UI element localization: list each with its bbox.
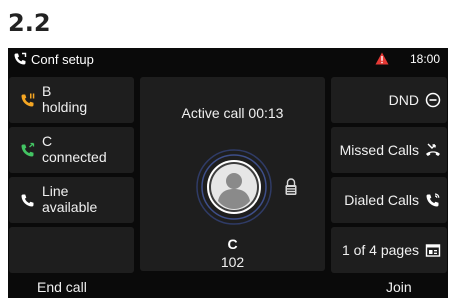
missed-calls-button[interactable]: Missed Calls <box>331 127 447 173</box>
dialed-calls-button[interactable]: Dialed Calls <box>331 177 447 223</box>
missed-calls-icon <box>425 142 441 158</box>
line-key-status: holding <box>42 99 88 115</box>
phone-hold-icon <box>20 92 36 108</box>
line-key-c[interactable]: C connected <box>9 127 134 173</box>
status-bar: Conf setup 18:00 <box>8 48 448 70</box>
line-key-b[interactable]: B holding <box>9 77 134 123</box>
line-key-name: C <box>42 133 53 149</box>
call-status-icon <box>13 52 27 66</box>
phone-connected-icon <box>20 142 36 158</box>
section-heading: 2.2 <box>8 9 51 37</box>
join-softkey[interactable]: Join <box>386 279 412 295</box>
pages-icon <box>425 242 441 258</box>
warning-icon[interactable] <box>375 52 389 65</box>
screen-title: Conf setup <box>31 51 94 67</box>
line-key-name: B <box>42 83 52 99</box>
active-call-panel: Active call 00:13 C 102 <box>140 77 325 271</box>
dialed-calls-icon <box>425 192 441 208</box>
caller-name: C <box>227 236 238 252</box>
line-key-status: available <box>42 199 98 215</box>
avatar <box>196 149 272 225</box>
line-key-label: B holding <box>42 83 87 115</box>
line-key-name: Line <box>42 183 69 199</box>
line-key-empty[interactable] <box>9 227 134 273</box>
phone-icon <box>20 192 36 208</box>
missed-calls-label: Missed Calls <box>339 142 419 158</box>
phone-screen: Conf setup 18:00 B holding C connected L… <box>8 48 448 298</box>
line-key-available[interactable]: Line available <box>9 177 134 223</box>
end-call-softkey[interactable]: End call <box>37 279 87 295</box>
line-key-label: Line available <box>42 183 97 215</box>
dialed-calls-label: Dialed Calls <box>344 192 419 208</box>
srtp-lock-icon <box>284 178 298 196</box>
dnd-label: DND <box>388 92 419 108</box>
page-indicator-button[interactable]: 1 of 4 pages <box>331 227 447 273</box>
dnd-button[interactable]: DND <box>331 77 447 123</box>
softkey-bar: End call Join <box>8 275 448 298</box>
clock: 18:00 <box>409 52 440 66</box>
page-indicator-label: 1 of 4 pages <box>341 242 419 258</box>
dnd-icon <box>425 92 441 108</box>
caller-number: 102 <box>220 254 245 270</box>
line-key-status: connected <box>42 149 107 165</box>
active-call-timer: Active call 00:13 <box>181 105 284 121</box>
line-key-label: C connected <box>42 133 107 165</box>
